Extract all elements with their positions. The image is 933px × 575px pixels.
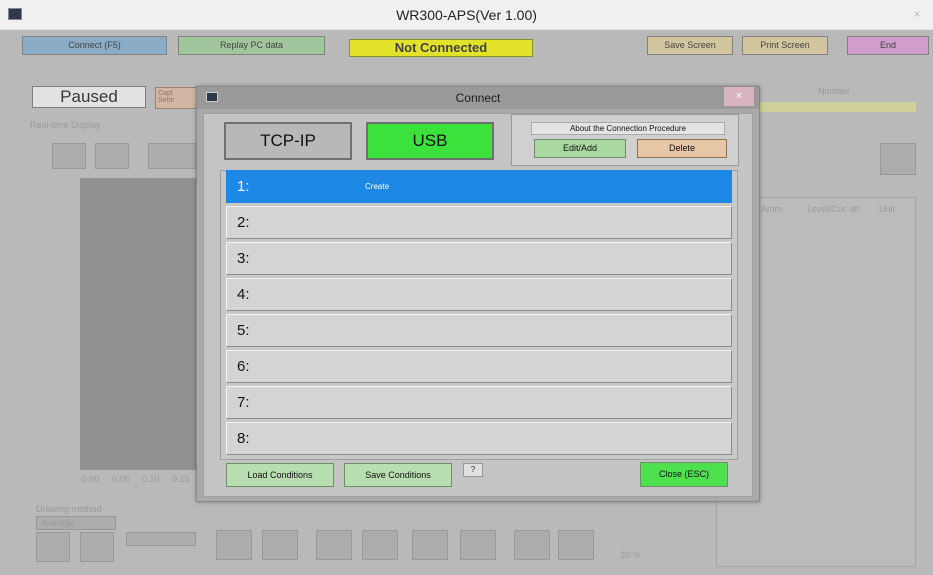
about-procedure-link[interactable]: About the Connection Procedure	[531, 122, 725, 135]
load-conditions-button[interactable]: Load Conditions	[226, 463, 334, 487]
connection-row-6[interactable]: 6:	[226, 350, 732, 383]
connect-dialog: Connect × TCP-IP USB About the Connectio…	[196, 86, 760, 502]
dialog-titlebar: Connect ×	[197, 87, 759, 109]
row-number: 8:	[237, 430, 250, 447]
connection-row-5[interactable]: 5:	[226, 314, 732, 347]
connection-row-7[interactable]: 7:	[226, 386, 732, 419]
row-description: Create	[365, 182, 390, 191]
close-dialog-button[interactable]: Close (ESC)	[640, 462, 728, 487]
dialog-title: Connect	[455, 91, 501, 105]
connection-row-8[interactable]: 8:	[226, 422, 732, 455]
dialog-content: TCP-IP USB About the Connection Procedur…	[203, 113, 753, 497]
help-button[interactable]: ?	[463, 463, 483, 477]
window-close-icon[interactable]: ×	[905, 4, 929, 24]
tcp-ip-button[interactable]: TCP-IP	[224, 122, 352, 160]
connection-row-2[interactable]: 2:	[226, 206, 732, 239]
row-number: 5:	[237, 322, 250, 339]
about-panel: About the Connection Procedure Edit/Add …	[511, 114, 739, 166]
connection-row-1[interactable]: 1: Create	[226, 170, 732, 203]
row-number: 1:	[237, 178, 250, 195]
usb-button[interactable]: USB	[366, 122, 494, 160]
delete-button[interactable]: Delete	[637, 139, 727, 158]
row-number: 2:	[237, 214, 250, 231]
row-number: 6:	[237, 358, 250, 375]
row-number: 7:	[237, 394, 250, 411]
row-number: 4:	[237, 286, 250, 303]
window-title: WR300-APS(Ver 1.00)	[396, 7, 537, 23]
edit-add-button[interactable]: Edit/Add	[534, 139, 626, 158]
dialog-close-icon[interactable]: ×	[724, 87, 754, 106]
row-number: 3:	[237, 250, 250, 267]
window-titlebar: WR300-APS(Ver 1.00) ×	[0, 0, 933, 30]
connection-row-4[interactable]: 4:	[226, 278, 732, 311]
save-conditions-button[interactable]: Save Conditions	[344, 463, 452, 487]
connection-row-3[interactable]: 3:	[226, 242, 732, 275]
